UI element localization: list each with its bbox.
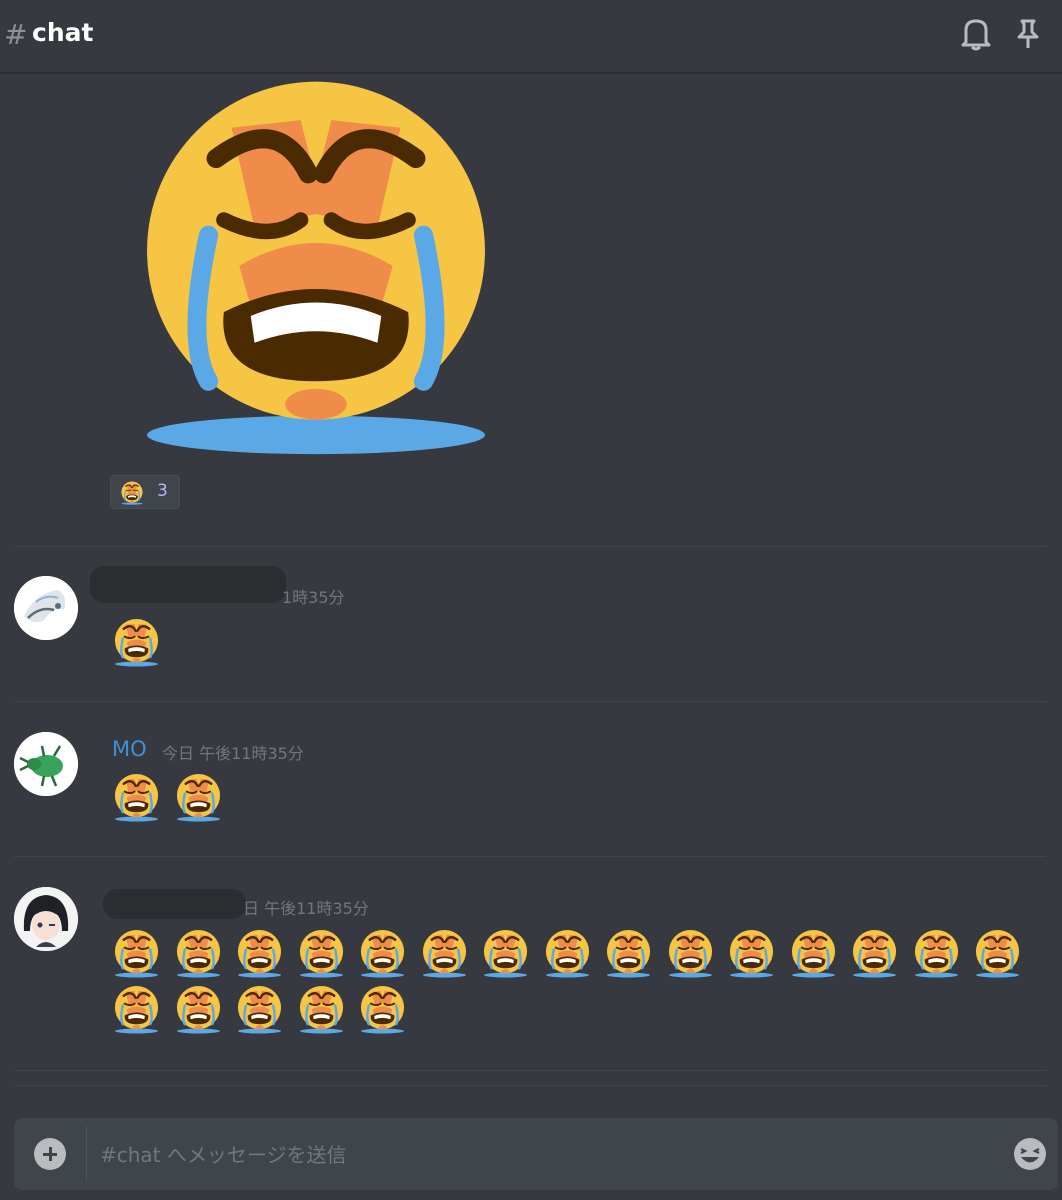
- channel-hash-icon: #: [4, 18, 28, 51]
- crying-face-emoji: [297, 985, 346, 1034]
- message-emoji-row: [112, 618, 161, 667]
- avatar[interactable]: [14, 732, 78, 796]
- crying-face-emoji: [112, 773, 161, 822]
- message-emoji-row: [112, 985, 407, 1034]
- crying-face-emoji: [235, 985, 284, 1034]
- crying-face-emoji: [112, 618, 161, 667]
- message-input[interactable]: [98, 1132, 982, 1178]
- message-emoji-row: [112, 929, 1022, 978]
- crying-face-emoji: [120, 481, 144, 505]
- crying-face-emoji: [297, 929, 346, 978]
- composer-separator: [86, 1126, 87, 1182]
- crying-face-emoji: [973, 929, 1022, 978]
- pin-icon[interactable]: [1014, 18, 1042, 50]
- crying-face-emoji: [789, 929, 838, 978]
- message-timestamp: 日 午後11時35分: [243, 899, 369, 918]
- crying-face-emoji: [481, 929, 530, 978]
- message-divider: [14, 1085, 1046, 1086]
- redacted-username: [90, 566, 286, 603]
- reaction-button[interactable]: 3: [110, 475, 180, 509]
- message-username[interactable]: MO: [112, 737, 147, 761]
- message-divider: [14, 1070, 1046, 1071]
- crying-face-emoji: [543, 929, 592, 978]
- message-timestamp: 1時35分: [282, 588, 345, 607]
- channel-title: chat: [32, 18, 94, 47]
- crying-face-emoji: [420, 929, 469, 978]
- crying-face-emoji: [112, 985, 161, 1034]
- crying-face-emoji: [112, 929, 161, 978]
- crying-face-emoji: [358, 985, 407, 1034]
- message-divider: [14, 701, 1046, 702]
- add-attachment-icon[interactable]: [34, 1138, 66, 1170]
- crying-face-emoji: [174, 929, 223, 978]
- message-divider: [14, 546, 1046, 547]
- crying-face-emoji: [850, 929, 899, 978]
- message-emoji-row: [112, 773, 223, 822]
- crying-face-emoji: [358, 929, 407, 978]
- redacted-username: [103, 889, 246, 919]
- crying-face-emoji: [174, 773, 223, 822]
- avatar[interactable]: [14, 576, 78, 640]
- crying-face-emoji: [666, 929, 715, 978]
- emoji-picker-icon[interactable]: [1012, 1136, 1048, 1172]
- channel-header: # chat: [0, 0, 1062, 74]
- crying-face-emoji: [727, 929, 776, 978]
- message-timestamp: 今日 午後11時35分: [162, 744, 304, 763]
- message-divider: [14, 856, 1046, 857]
- crying-face-emoji-large: [120, 74, 512, 458]
- avatar[interactable]: [14, 887, 78, 951]
- crying-face-emoji: [912, 929, 961, 978]
- message-composer: [14, 1118, 1058, 1190]
- crying-face-emoji: [174, 985, 223, 1034]
- bell-icon[interactable]: [960, 16, 992, 52]
- crying-face-emoji: [604, 929, 653, 978]
- reaction-count: 3: [157, 481, 168, 501]
- crying-face-emoji: [235, 929, 284, 978]
